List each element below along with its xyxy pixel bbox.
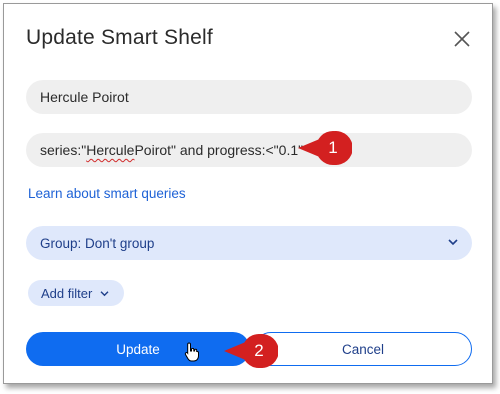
query-spellcheck-word: Hercule: [86, 142, 135, 158]
close-icon[interactable]: [453, 30, 471, 48]
callout-number-1: 1: [328, 138, 338, 157]
callout-marker-2: 2: [224, 334, 279, 368]
cancel-button[interactable]: Cancel: [254, 332, 472, 366]
cancel-button-label: Cancel: [341, 341, 385, 357]
group-by-value: Group: Don't group: [40, 235, 155, 251]
chevron-down-icon: [448, 239, 458, 246]
query-suffix: Poirot" and progress:<"0.1": [134, 142, 304, 158]
group-by-select[interactable]: Group: Don't group: [26, 226, 472, 260]
hand-cursor-icon: [184, 342, 199, 362]
smart-query-input[interactable]: series:" Hercule Poirot" and progress:<"0…: [26, 133, 472, 167]
add-filter-label: Add filter: [41, 285, 93, 301]
add-filter-button[interactable]: Add filter: [28, 280, 124, 306]
update-button[interactable]: Update: [26, 332, 250, 366]
query-prefix: series:": [40, 142, 87, 158]
dialog-title: Update Smart Shelf: [26, 26, 213, 49]
callout-number-2: 2: [254, 341, 264, 360]
update-smart-shelf-dialog: Update Smart Shelf Hercule Poirot series…: [3, 3, 493, 384]
callout-marker-1: 1: [298, 131, 353, 165]
update-button-label: Update: [116, 341, 160, 357]
shelf-name-input[interactable]: Hercule Poirot: [26, 80, 472, 114]
learn-smart-queries-link[interactable]: Learn about smart queries: [28, 186, 186, 201]
shelf-name-value: Hercule Poirot: [40, 89, 129, 105]
chevron-down-icon: [100, 291, 109, 297]
